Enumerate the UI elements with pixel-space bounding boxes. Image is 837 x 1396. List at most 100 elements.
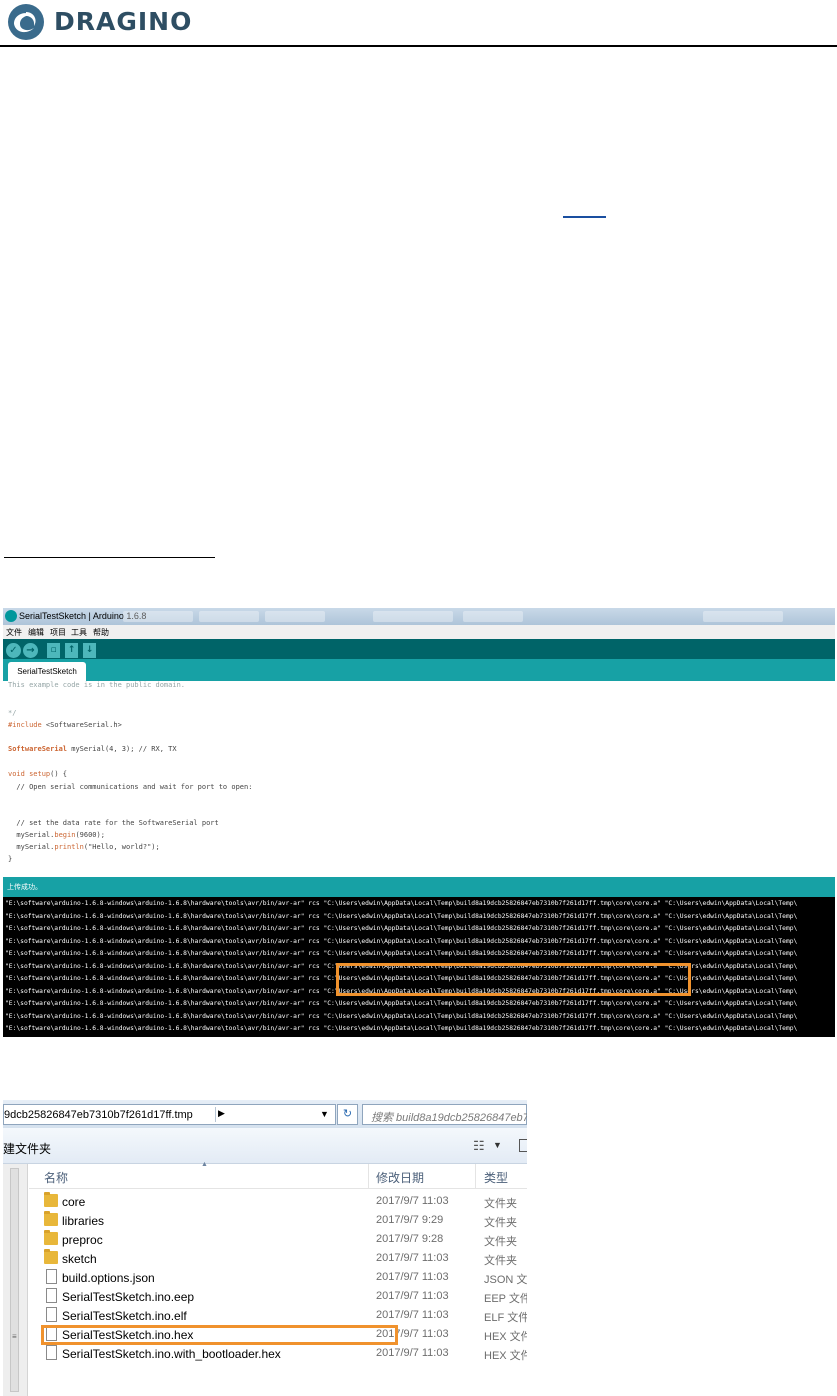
search-placeholder: 搜索 build8a19dcb25826847eb7310b7f261d17ff… (371, 1112, 527, 1124)
file-row[interactable]: SerialTestSketch.ino.with_bootloader.hex… (29, 1344, 527, 1363)
file-name: sketch (62, 1252, 97, 1266)
ide-titlebar: SerialTestSketch | Arduino 1.6.8 (3, 608, 835, 625)
file-row[interactable]: sketch 2017/9/7 11:03 文件夹 (29, 1249, 527, 1268)
file-row[interactable]: preproc 2017/9/7 9:28 文件夹 (29, 1230, 527, 1249)
address-field[interactable]: 9dcb25826847eb7310b7f261d17ff.tmp ▶ ▼ (3, 1104, 336, 1125)
search-input[interactable]: 搜索 build8a19dcb25826847eb7310b7f261d17ff… (362, 1104, 527, 1125)
console-line: "E:\software\arduino-1.6.8-windows\ardui… (5, 925, 798, 932)
code-function: println (54, 843, 84, 851)
upload-icon[interactable]: → (23, 643, 38, 658)
file-type: HEX 文件 (484, 1331, 527, 1343)
file-row[interactable]: core 2017/9/7 11:03 文件夹 (29, 1192, 527, 1211)
file-icon (46, 1345, 57, 1360)
file-date: 2017/9/7 11:03 (376, 1252, 449, 1264)
file-type: 文件夹 (484, 1255, 517, 1267)
verify-icon[interactable]: ✓ (6, 643, 21, 658)
ide-menubar: 文件 编辑 项目 工具 帮助 (3, 625, 835, 639)
file-explorer-screenshot: 9dcb25826847eb7310b7f261d17ff.tmp ▶ ▼ ↻ … (3, 1100, 527, 1396)
code-text: ("Hello, world?"); (83, 843, 160, 851)
background-window-tab (373, 611, 453, 622)
code-type: SoftwareSerial (8, 745, 68, 753)
code-line: void setup() { (8, 770, 67, 778)
file-type: 文件夹 (484, 1198, 517, 1210)
ide-tabstrip: SerialTestSketch (3, 659, 835, 682)
header-divider (0, 45, 837, 47)
file-type: EEP 文件 (484, 1293, 527, 1305)
folder-icon (44, 1249, 58, 1264)
column-type[interactable]: 类型 (484, 1169, 508, 1186)
background-window-tab (463, 611, 523, 622)
file-type: JSON 文 (484, 1274, 527, 1286)
scrollbar-thumb[interactable] (10, 1168, 19, 1392)
file-icon (46, 1288, 57, 1303)
console-line: "E:\software\arduino-1.6.8-windows\ardui… (5, 900, 798, 907)
breadcrumb-separator (215, 1107, 216, 1122)
code-line: mySerial.println("Hello, world?"); (8, 843, 160, 851)
menu-edit[interactable]: 编辑 (28, 627, 44, 638)
arduino-ide-screenshot: SerialTestSketch | Arduino 1.6.8 文件 编辑 项… (3, 608, 835, 1037)
console-line: "E:\software\arduino-1.6.8-windows\ardui… (5, 937, 798, 945)
background-window-tab (703, 611, 783, 622)
code-line: mySerial.begin(9600); (8, 831, 105, 839)
menu-tools[interactable]: 工具 (71, 627, 87, 638)
file-name: SerialTestSketch.ino.with_bootloader.hex (62, 1347, 281, 1361)
file-row[interactable]: build.options.json 2017/9/7 11:03 JSON 文 (29, 1268, 527, 1287)
view-options-icon[interactable]: ☷ (473, 1138, 485, 1154)
code-line: } (8, 855, 13, 863)
highlight-box-hex-file (41, 1325, 398, 1345)
menu-help[interactable]: 帮助 (93, 627, 109, 638)
sort-arrow-icon: ▲ (201, 1161, 208, 1168)
chevron-down-icon[interactable]: ▼ (320, 1109, 329, 1119)
code-line: #include <SoftwareSerial.h> (8, 721, 122, 729)
code-editor[interactable]: This example code is in the public domai… (3, 681, 835, 877)
menu-file[interactable]: 文件 (6, 627, 22, 638)
file-row[interactable]: libraries 2017/9/7 9:29 文件夹 (29, 1211, 527, 1230)
save-icon[interactable]: ↓ (83, 643, 96, 658)
upload-status: 上传成功。 (7, 883, 42, 891)
file-name: SerialTestSketch.ino.eep (62, 1290, 195, 1304)
code-text: () { (50, 770, 68, 778)
code-line: This example code is in the public domai… (8, 681, 186, 689)
file-date: 2017/9/7 9:28 (376, 1233, 444, 1245)
preview-pane-icon[interactable] (519, 1139, 527, 1152)
chevron-right-icon[interactable]: ▶ (218, 1108, 225, 1119)
file-date: 2017/9/7 11:03 (376, 1195, 449, 1207)
tab-serialtestsketch[interactable]: SerialTestSketch (8, 662, 86, 682)
column-name[interactable]: 名称 (44, 1169, 68, 1186)
new-icon[interactable]: ▫ (47, 643, 60, 658)
menu-sketch[interactable]: 项目 (50, 627, 66, 638)
column-separator[interactable] (368, 1164, 369, 1189)
open-icon[interactable]: ↑ (65, 643, 78, 658)
navigation-pane-scrollbar[interactable]: ≡ (3, 1164, 28, 1396)
console-line: "E:\software\arduino-1.6.8-windows\ardui… (5, 1000, 798, 1007)
file-type: HEX 文件 (484, 1350, 527, 1362)
brand-name: DRAGINO (54, 7, 193, 36)
file-name: libraries (62, 1214, 105, 1228)
file-name: preproc (62, 1233, 103, 1247)
explorer-address-bar: 9dcb25826847eb7310b7f261d17ff.tmp ▶ ▼ ↻ … (3, 1100, 527, 1128)
arduino-app-icon (5, 610, 17, 622)
highlight-box-core-path (336, 963, 691, 996)
code-function: begin (54, 831, 76, 839)
file-row[interactable]: SerialTestSketch.ino.eep 2017/9/7 11:03 … (29, 1287, 527, 1306)
new-folder-button[interactable]: 建文件夹 (3, 1140, 51, 1157)
code-text: mySerial. (8, 843, 55, 851)
ide-status-bar: 上传成功。 (3, 877, 835, 897)
file-type: 文件夹 (484, 1236, 517, 1248)
file-row[interactable]: SerialTestSketch.ino.elf 2017/9/7 11:03 … (29, 1306, 527, 1325)
column-separator[interactable] (475, 1164, 476, 1189)
code-line: SoftwareSerial mySerial(4, 3); // RX, TX (8, 745, 177, 753)
background-window-tab (123, 611, 193, 622)
background-window-tab (199, 611, 259, 622)
hyperlink-underline[interactable] (563, 216, 606, 218)
code-text: <SoftwareSerial.h> (41, 721, 122, 729)
code-text: mySerial(4, 3); // RX, TX (67, 745, 177, 753)
column-date[interactable]: 修改日期 (376, 1169, 424, 1186)
console-line: "E:\software\arduino-1.6.8-windows\ardui… (5, 912, 798, 920)
chevron-down-icon[interactable]: ▼ (493, 1140, 502, 1150)
background-window-tab (265, 611, 325, 622)
refresh-icon[interactable]: ↻ (337, 1104, 358, 1125)
file-icon (46, 1269, 57, 1284)
address-path: 9dcb25826847eb7310b7f261d17ff.tmp (4, 1109, 193, 1121)
file-type: ELF 文件 (484, 1312, 527, 1324)
